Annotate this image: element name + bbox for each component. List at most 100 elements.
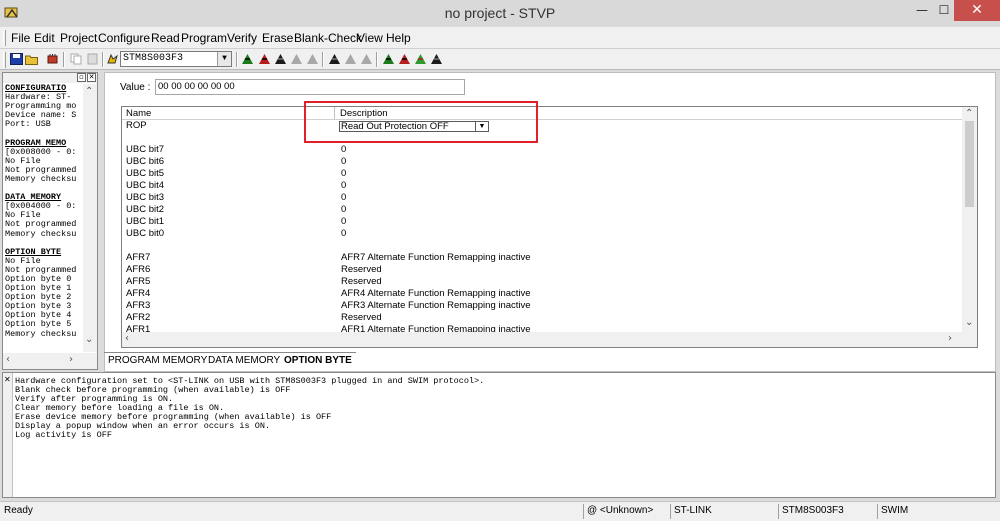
device-icon[interactable] [46,53,59,65]
scroll-down-icon[interactable]: ⌄ [85,334,93,345]
info-line: Memory checksu [5,173,77,184]
table-row[interactable]: AFR3 AFR3 Alternate Function Remapping in… [122,300,962,312]
grid-hscroll[interactable]: ‹ › [122,332,962,347]
menu-read[interactable]: Read [151,31,180,45]
scroll-thumb[interactable] [965,121,974,207]
menu-help[interactable]: Help [386,31,411,45]
info-line: Memory checksu [5,228,77,239]
row-name: AFR5 [126,276,151,287]
value-field[interactable]: 00 00 00 00 00 00 [155,79,465,95]
row-description: 0 [341,216,347,227]
scroll-left-icon[interactable]: ‹ [6,354,10,365]
log-text: Hardware configuration set to <ST-LINK o… [15,377,484,440]
toolbar-separator [102,52,104,67]
chevron-down-icon[interactable]: ▼ [217,52,231,66]
status-divider [877,504,878,519]
close-button[interactable]: ✕ [954,0,1000,21]
table-row-rop[interactable]: ROP Read Out Protection OFF ▼ [122,120,962,132]
row-name: UBC bit5 [126,168,165,179]
tab-program-memory[interactable]: PROGRAM MEMORY [104,352,212,367]
open-icon[interactable] [25,53,38,65]
table-row[interactable]: UBC bit6 0 [122,156,962,168]
menu-grip [3,30,6,46]
menu-configure[interactable]: Configure [98,31,150,45]
row-name: UBC bit2 [126,204,165,215]
grid-vscroll[interactable]: ⌃ ⌄ [962,107,977,347]
program-all-icon[interactable] [306,53,319,65]
table-row[interactable]: UBC bit1 0 [122,216,962,228]
toolbar: STM8S003F3 ▼ [0,49,1000,70]
restore-icon[interactable]: ▫ [77,73,86,82]
table-row[interactable] [122,132,962,144]
read-all-icon[interactable] [258,53,271,65]
info-panel: ▫ ✕ CONFIGURATIO Hardware: ST- Programming… [2,72,98,370]
row-description: 0 [341,156,347,167]
paste-icon[interactable] [86,53,99,65]
read-icon[interactable] [241,53,254,65]
menu-project[interactable]: Project [60,31,97,45]
menu-erase[interactable]: Erase [262,31,293,45]
blank-check-icon[interactable] [382,53,395,65]
tab-data-memory[interactable]: DATA MEMORY [204,352,285,367]
row-name: UBC bit0 [126,228,165,239]
program-green-icon[interactable] [414,53,427,65]
grid-header: Name Description [122,107,962,120]
toolbar-grip [3,52,6,68]
info-panel-hscroll[interactable]: ‹ › [3,353,97,369]
table-row[interactable]: AFR2 Reserved [122,312,962,324]
scroll-up-icon[interactable]: ⌃ [85,86,93,97]
scroll-up-icon[interactable]: ⌃ [965,108,973,119]
menu-edit[interactable]: Edit [34,31,55,45]
verify-all-icon[interactable] [344,53,357,65]
table-row[interactable]: AFR4 AFR4 Alternate Function Remapping in… [122,288,962,300]
device-select[interactable]: STM8S003F3 ▼ [120,51,232,67]
copy-icon[interactable] [70,53,83,65]
menu-bar: File Edit Project Configure Read Program… [0,27,1000,49]
table-row[interactable]: AFR6 Reserved [122,264,962,276]
close-icon[interactable]: ✕ [87,73,96,82]
status-divider [670,504,671,519]
table-row[interactable]: UBC bit0 0 [122,228,962,240]
menu-blank-check[interactable]: Blank-Check [294,31,362,45]
menu-view[interactable]: View [357,31,383,45]
scroll-right-icon[interactable]: › [69,354,73,365]
read-current-icon[interactable] [274,53,287,65]
table-row[interactable]: UBC bit4 0 [122,180,962,192]
row-name: AFR7 [126,252,151,263]
row-description: 0 [341,168,347,179]
erase-dark-icon[interactable] [430,53,443,65]
program-red-icon[interactable] [398,53,411,65]
info-panel-vscroll[interactable]: ⌃ ⌄ [83,84,97,352]
row-description: AFR3 Alternate Function Remapping inacti… [341,300,531,311]
verify-icon[interactable] [328,53,341,65]
row-description: 0 [341,144,347,155]
row-description: Reserved [341,276,382,287]
scroll-right-icon[interactable]: › [948,333,952,344]
table-row[interactable] [122,240,962,252]
scroll-left-icon[interactable]: ‹ [125,333,129,344]
column-header-name[interactable]: Name [126,108,151,119]
toolbar-separator [63,52,65,67]
table-row[interactable]: AFR5 Reserved [122,276,962,288]
row-description: AFR7 Alternate Function Remapping inacti… [341,252,531,263]
hand-icon[interactable] [106,53,119,65]
row-name: AFR2 [126,312,151,323]
row-description: AFR4 Alternate Function Remapping inacti… [341,288,531,299]
memory-tabs: PROGRAM MEMORY DATA MEMORY OPTION BYTE [104,352,996,368]
erase-icon[interactable] [360,53,373,65]
menu-verify[interactable]: Verify [227,31,257,45]
table-row[interactable]: UBC bit7 0 [122,144,962,156]
table-row[interactable]: AFR7 AFR7 Alternate Function Remapping in… [122,252,962,264]
table-row[interactable]: UBC bit3 0 [122,192,962,204]
close-icon[interactable]: ✕ [4,375,11,384]
program-icon[interactable] [290,53,303,65]
row-name: UBC bit1 [126,216,165,227]
menu-program[interactable]: Program [181,31,227,45]
scroll-down-icon[interactable]: ⌄ [965,317,973,328]
table-row[interactable]: UBC bit2 0 [122,204,962,216]
save-icon[interactable] [10,53,23,65]
table-row[interactable]: UBC bit5 0 [122,168,962,180]
menu-file[interactable]: File [11,31,30,45]
tab-option-byte[interactable]: OPTION BYTE [280,352,356,367]
status-protocol: SWIM [881,505,909,516]
